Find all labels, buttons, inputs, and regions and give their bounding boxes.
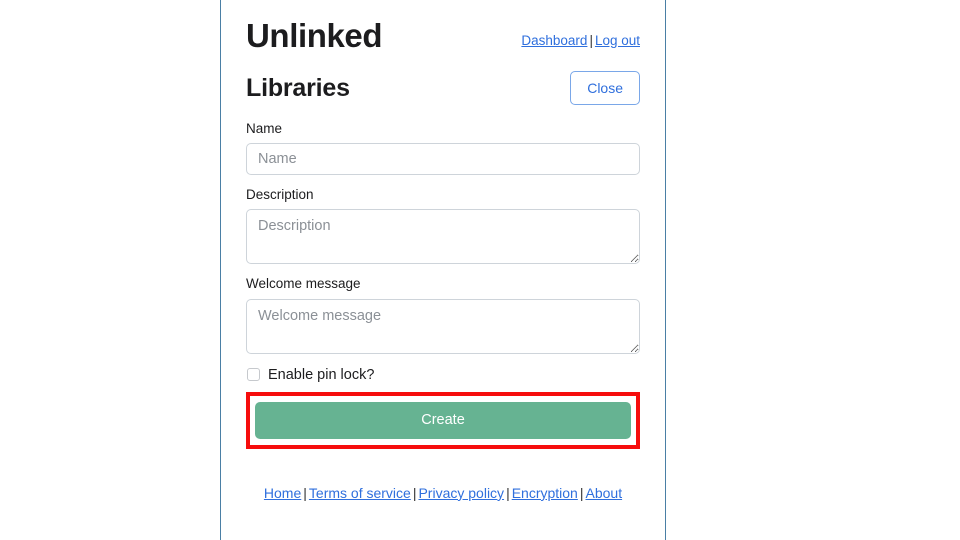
enable-pin-lock-checkbox[interactable]: [247, 368, 260, 382]
footer-separator-4: |: [579, 484, 584, 501]
page-title: Libraries: [246, 73, 350, 102]
encryption-link[interactable]: Encryption: [512, 485, 578, 501]
content-container: Unlinked Dashboard | Log out Libraries Clo…: [220, 0, 666, 540]
welcome-message-label: Welcome message: [246, 276, 361, 292]
create-library-form: Name Description Welcome message Enable …: [246, 121, 640, 449]
welcome-message-field-group: Welcome message: [246, 276, 640, 354]
description-textarea[interactable]: [246, 209, 640, 265]
site-footer: Home | Terms of service | Privacy policy | Enc…: [246, 485, 640, 501]
about-link[interactable]: About: [586, 485, 623, 501]
page-root: Unlinked Dashboard | Log out Libraries Clo…: [0, 0, 960, 540]
header-link-separator: |: [589, 32, 593, 48]
highlight-annotation: Create: [246, 392, 640, 449]
pin-lock-row: Enable pin lock?: [246, 368, 640, 383]
description-label: Description: [246, 187, 314, 203]
enable-pin-lock-label[interactable]: Enable pin lock?: [268, 368, 374, 383]
name-label: Name: [246, 121, 283, 136]
log-out-link[interactable]: Log out: [595, 33, 640, 48]
welcome-message-textarea[interactable]: [246, 298, 640, 354]
footer-separator-1: |: [303, 484, 307, 501]
footer-separator-3: |: [506, 484, 510, 501]
close-button[interactable]: Close: [570, 71, 640, 105]
privacy-policy-link[interactable]: Privacy policy: [418, 485, 504, 501]
brand-title: Unlinked: [246, 17, 383, 54]
page-title-row: Libraries Close: [246, 71, 640, 105]
dashboard-link[interactable]: Dashboard: [521, 33, 587, 48]
header-nav-links: Dashboard | Log out: [521, 32, 640, 48]
name-input[interactable]: [246, 143, 640, 176]
terms-of-service-link[interactable]: Terms of service: [309, 485, 411, 501]
name-field-group: Name: [246, 121, 640, 176]
home-link[interactable]: Home: [264, 485, 301, 501]
site-header: Unlinked Dashboard | Log out: [246, 0, 640, 56]
description-field-group: Description: [246, 187, 640, 265]
create-button[interactable]: Create: [255, 402, 631, 439]
